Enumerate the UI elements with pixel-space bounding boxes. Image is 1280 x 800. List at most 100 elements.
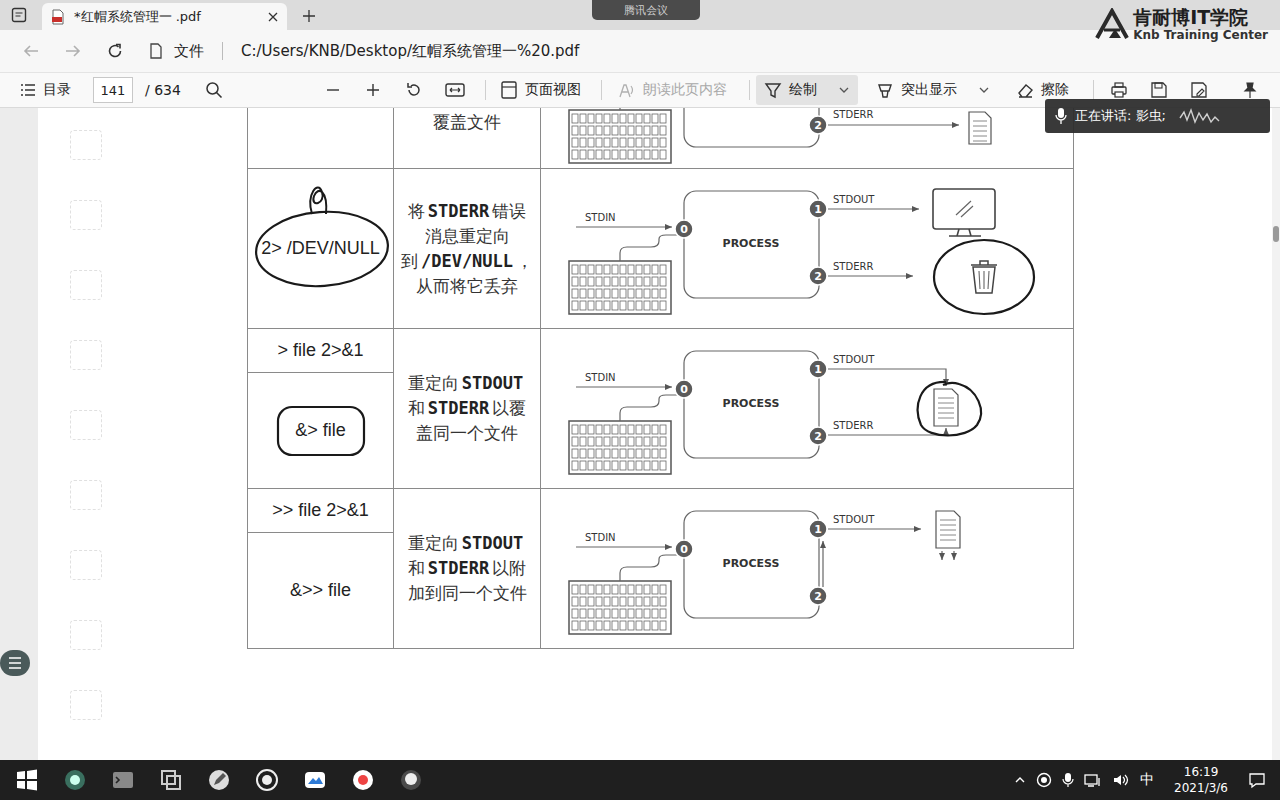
stdin-label: STDIN <box>585 532 616 543</box>
scrollbar-thumb[interactable] <box>1273 226 1279 242</box>
url-text[interactable]: C:/Users/KNB/Desktop/红帽系统管理一%20.pdf <box>241 42 579 61</box>
code-term: STDERR <box>428 398 489 418</box>
new-tab-button[interactable] <box>295 2 323 30</box>
taskbar: 中 16:192021/3/6 <box>0 760 1280 800</box>
pdf-page: 覆盖文件STDERR22> /DEV/NULL将STDERR错误消息重定向到/D… <box>38 108 1272 760</box>
code-term: STDOUT <box>462 533 523 553</box>
pen-annotation <box>918 382 981 436</box>
chat-icon[interactable] <box>399 768 423 792</box>
save-icon[interactable] <box>1150 81 1168 99</box>
zoom-in-icon[interactable] <box>365 82 381 98</box>
description-segment: 和 <box>408 398 425 418</box>
back-arrow-icon[interactable] <box>22 42 40 60</box>
highlight-tool[interactable]: 突出显示 <box>868 75 998 105</box>
description-cell: 覆盖文件 <box>394 108 541 168</box>
port-number: 2 <box>814 590 822 603</box>
window-icon[interactable] <box>11 7 27 23</box>
description-text: 重定向STDOUT和STDERR以覆盖同一个文件 <box>404 371 530 446</box>
pen-annotation <box>934 240 1034 314</box>
print-icon[interactable] <box>1110 81 1128 99</box>
chevron-down-icon[interactable] <box>838 84 850 96</box>
draw-tool[interactable]: 绘制 <box>756 75 858 105</box>
port-dot <box>675 220 693 238</box>
page-number-field[interactable]: 141 <box>93 77 133 103</box>
page-total: / 634 <box>145 82 181 98</box>
process-box <box>684 351 819 458</box>
speaker-icon[interactable] <box>1112 772 1130 788</box>
microphone-icon[interactable] <box>1062 772 1074 788</box>
record-status-icon[interactable] <box>1036 772 1052 788</box>
network-icon[interactable] <box>1084 772 1102 788</box>
taskbar-app[interactable] <box>157 760 185 800</box>
margin-mark <box>70 550 102 580</box>
description-segment: 覆盖文件 <box>433 112 501 132</box>
close-icon[interactable] <box>267 11 279 23</box>
scrollbar[interactable] <box>1272 108 1280 760</box>
pen-app-icon[interactable] <box>207 768 231 792</box>
plus-icon[interactable] <box>302 9 316 23</box>
refresh-icon[interactable] <box>106 42 124 60</box>
url-field[interactable]: 文件C:/Users/KNB/Desktop/红帽系统管理一%20.pdf <box>148 42 579 61</box>
sidebar-toggle-icon[interactable] <box>0 650 30 676</box>
recorder-icon[interactable] <box>255 768 279 792</box>
taskbar-app[interactable] <box>205 760 233 800</box>
divider <box>749 80 750 100</box>
pin-icon[interactable] <box>1240 81 1258 99</box>
margin-mark <box>70 480 102 510</box>
window-menu[interactable] <box>4 0 34 30</box>
diagram-cell: PROCESSSTDINSTDOUTSTDERR012 <box>541 169 1073 328</box>
description-segment: 将 <box>408 201 425 221</box>
file-icon <box>936 511 960 548</box>
stdout-label: STDOUT <box>833 514 875 525</box>
chevron-up-icon[interactable] <box>1014 774 1026 786</box>
clock[interactable]: 16:192021/3/6 <box>1164 764 1238 796</box>
taskbar-app[interactable] <box>301 760 329 800</box>
meeting-app-icon[interactable] <box>303 768 327 792</box>
zoom-out-icon[interactable] <box>325 82 341 98</box>
taskbar-app[interactable] <box>397 760 425 800</box>
snip-icon[interactable] <box>351 768 375 792</box>
port-dot <box>809 200 827 218</box>
code-term: STDERR <box>428 201 489 221</box>
taskbar-app[interactable] <box>349 760 377 800</box>
browser-icon[interactable] <box>63 768 87 792</box>
audio-wave-icon <box>1178 106 1224 126</box>
fit-page-icon[interactable] <box>445 82 465 98</box>
description-segment: 和 <box>408 558 425 578</box>
read-aloud-button[interactable]: 朗读此页内容 <box>618 75 727 105</box>
rotate-icon[interactable] <box>405 81 423 99</box>
port-number: 1 <box>814 363 822 376</box>
contents-button[interactable]: 目录 <box>20 75 71 105</box>
divider <box>601 80 602 100</box>
page-view-button[interactable]: 页面视图 <box>500 75 581 105</box>
taskbar-app[interactable] <box>253 760 281 800</box>
notification-icon[interactable] <box>1248 771 1266 789</box>
diagram-cell: PROCESSSTDINSTDOUT012 <box>541 489 1073 648</box>
brand-logo: 肯耐博IT学院Knb Training Center <box>1095 6 1268 42</box>
port-dot <box>809 360 827 378</box>
list-icon <box>20 83 36 97</box>
input-method[interactable]: 中 <box>1140 771 1154 789</box>
command-text: > file 2>&1 <box>277 340 363 361</box>
tool-label: 突出显示 <box>901 81 957 99</box>
keyboard-icon <box>569 261 671 314</box>
forward-arrow-icon[interactable] <box>64 42 82 60</box>
chevron-down-icon[interactable] <box>978 84 990 96</box>
redirect-diagram: STDERR2 <box>541 108 1073 168</box>
taskbar-app[interactable] <box>109 760 137 800</box>
save-as-icon[interactable] <box>1190 81 1208 99</box>
stdin-label: STDIN <box>585 212 616 223</box>
process-box <box>684 108 819 147</box>
windows-start-icon[interactable] <box>15 768 39 792</box>
search-icon[interactable] <box>205 81 223 99</box>
taskbar-app[interactable] <box>61 760 89 800</box>
taskbar-app[interactable] <box>13 760 41 800</box>
command-subcell: 2> /DEV/NULL <box>248 169 393 328</box>
table-row: >> file 2>&1&>> file重定向STDOUT和STDERR以附加到… <box>248 488 1073 648</box>
brand-text: 肯耐博IT学院Knb Training Center <box>1133 6 1268 42</box>
process-box <box>684 511 819 618</box>
vm-icon[interactable] <box>159 768 183 792</box>
terminal-icon[interactable] <box>111 768 135 792</box>
meeting-badge: 腾讯会议 <box>592 0 700 20</box>
browser-tab[interactable]: *红帽系统管理一 .pdf <box>42 3 287 30</box>
